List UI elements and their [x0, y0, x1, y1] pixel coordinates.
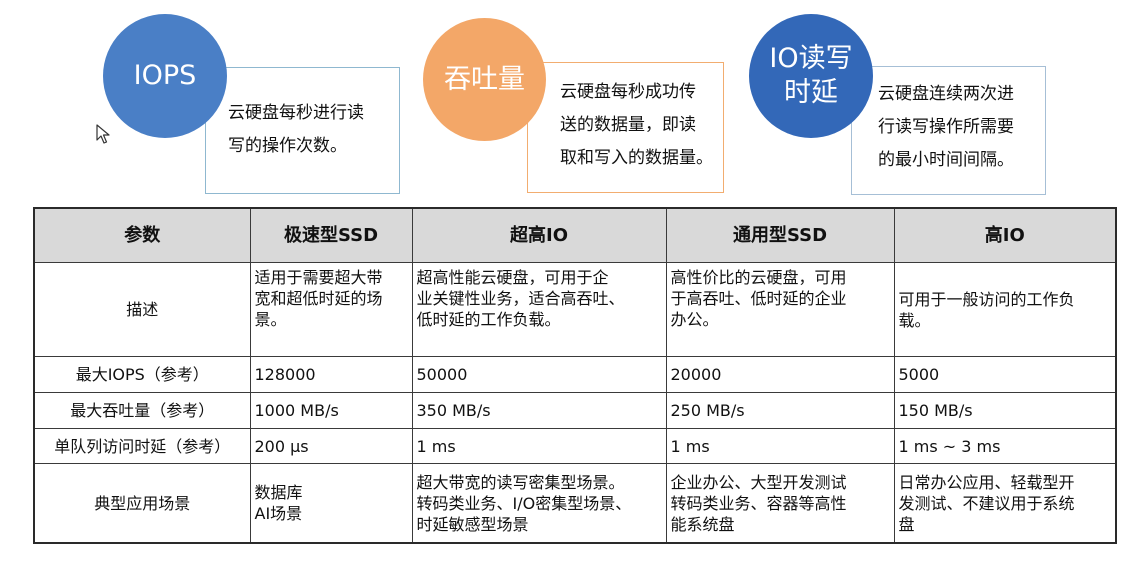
latency-circle: IO读写 时延 [749, 14, 873, 138]
iops-desc-line: 云硬盘每秒进行读 [228, 103, 364, 123]
cell-line: 日常办公应用、轻载型开 [898, 472, 1075, 492]
table-cell: 数据库 AI场景 [249, 463, 413, 544]
cell-line: 载。 [898, 310, 931, 330]
throughput-circle: 吞吐量 [423, 18, 546, 141]
row-label: 最大IOPS（参考） [33, 356, 251, 393]
table-cell: 200 µs [249, 428, 413, 464]
table-row-latency: 单队列访问时延（参考） 200 µs 1 ms 1 ms 1 ms ~ 3 ms [33, 428, 1117, 464]
iops-circle: IOPS [103, 14, 227, 138]
cell-line: 宽和超低时延的场 [254, 289, 383, 308]
cell-line: 低时延的工作负载。 [416, 310, 561, 329]
cell-line: 办公。 [670, 310, 719, 329]
cell-line: 适用于需要超大带 [254, 268, 383, 287]
table-cell: 250 MB/s [665, 392, 895, 429]
latency-title-line: IO读写 [769, 43, 853, 74]
cell-line: 景。 [254, 310, 287, 329]
table-cell: 适用于需要超大带 宽和超低时延的场 景。 [249, 262, 413, 357]
cell-line: 可用于一般访问的工作负 [898, 289, 1075, 309]
cell-line: 盘 [898, 514, 915, 534]
col-header-ultra-high-io: 超高IO [411, 207, 667, 263]
throughput-desc-line: 云硬盘每秒成功传 [560, 82, 696, 102]
latency-desc-line: 行读写操作所需要 [878, 117, 1014, 137]
table-header-row: 参数 极速型SSD 超高IO 通用型SSD 高IO [33, 207, 1117, 263]
col-header-extreme-ssd: 极速型SSD [249, 207, 413, 263]
table-cell: 可用于一般访问的工作负 载。 [893, 262, 1117, 357]
cell-line: 企业办公、大型开发测试 [670, 472, 847, 492]
cell-line: 时延敏感型场景 [416, 514, 529, 534]
table-cell: 1000 MB/s [249, 392, 413, 429]
cell-line: 于高吞吐、低时延的企业 [670, 289, 847, 308]
row-label: 单队列访问时延（参考） [33, 428, 251, 464]
table-cell: 高性价比的云硬盘，可用 于高吞吐、低时延的企业 办公。 [665, 262, 895, 357]
cell-line: 超大带宽的读写密集型场景。 [416, 472, 625, 492]
col-header-high-io: 高IO [893, 207, 1117, 263]
table-cell: 20000 [665, 356, 895, 393]
throughput-desc-line: 取和写入的数据量。 [560, 148, 713, 168]
cell-line: 高性价比的云硬盘，可用 [670, 268, 847, 287]
table-cell: 5000 [893, 356, 1117, 393]
cell-line: 业关键性业务，适合高吞吐、 [416, 289, 625, 308]
table-cell: 128000 [249, 356, 413, 393]
table-cell: 企业办公、大型开发测试 转码类业务、容器等高性 能系统盘 [665, 463, 895, 544]
col-header-param: 参数 [33, 207, 251, 263]
latency-desc-line: 的最小时间间隔。 [878, 150, 1014, 170]
disk-comparison-table: 参数 极速型SSD 超高IO 通用型SSD 高IO 描述 适用于需要超大带 宽和… [33, 207, 1117, 544]
cell-line: 超高性能云硬盘，可用于企 [416, 268, 609, 287]
throughput-title: 吞吐量 [444, 63, 525, 95]
row-label: 最大吞吐量（参考） [33, 392, 251, 429]
throughput-desc-line: 送的数据量，即读 [560, 115, 696, 135]
table-row-description: 描述 适用于需要超大带 宽和超低时延的场 景。 超高性能云硬盘，可用于企 业关键… [33, 262, 1117, 357]
cell-line: AI场景 [254, 504, 303, 523]
table-cell: 超高性能云硬盘，可用于企 业关键性业务，适合高吞吐、 低时延的工作负载。 [411, 262, 667, 357]
latency-desc-line: 云硬盘连续两次进 [878, 84, 1014, 104]
table-row-max-throughput: 最大吞吐量（参考） 1000 MB/s 350 MB/s 250 MB/s 15… [33, 392, 1117, 429]
latency-title-line: 时延 [784, 77, 838, 108]
iops-desc-line: 写的操作次数。 [228, 136, 347, 156]
table-cell: 150 MB/s [893, 392, 1117, 429]
table-cell: 50000 [411, 356, 667, 393]
table-row-typical-scenarios: 典型应用场景 数据库 AI场景 超大带宽的读写密集型场景。 转码类业务、I/O密… [33, 463, 1117, 544]
table-cell: 日常办公应用、轻载型开 发测试、不建议用于系统 盘 [893, 463, 1117, 544]
table-cell: 1 ms ~ 3 ms [893, 428, 1117, 464]
mouse-pointer-icon [96, 124, 110, 144]
throughput-description-card: 云硬盘每秒成功传 送的数据量，即读 取和写入的数据量。 [527, 62, 724, 193]
cell-line: 数据库 [254, 483, 303, 502]
row-label: 典型应用场景 [33, 463, 251, 544]
cell-line: 转码类业务、I/O密集型场景、 [416, 493, 632, 513]
latency-title: IO读写 时延 [761, 42, 861, 110]
row-label: 描述 [33, 262, 251, 357]
table-cell: 1 ms [411, 428, 667, 464]
cell-line: 发测试、不建议用于系统 [898, 493, 1075, 513]
table-cell: 超大带宽的读写密集型场景。 转码类业务、I/O密集型场景、 时延敏感型场景 [411, 463, 667, 544]
latency-description-card: 云硬盘连续两次进 行读写操作所需要 的最小时间间隔。 [851, 66, 1046, 195]
table-cell: 1 ms [665, 428, 895, 464]
cell-line: 能系统盘 [670, 514, 735, 534]
iops-description-card: 云硬盘每秒进行读 写的操作次数。 [205, 67, 400, 194]
table-cell: 350 MB/s [411, 392, 667, 429]
iops-title: IOPS [133, 60, 197, 91]
col-header-general-ssd: 通用型SSD [665, 207, 895, 263]
table-row-max-iops: 最大IOPS（参考） 128000 50000 20000 5000 [33, 356, 1117, 393]
cell-line: 转码类业务、容器等高性 [670, 493, 847, 513]
